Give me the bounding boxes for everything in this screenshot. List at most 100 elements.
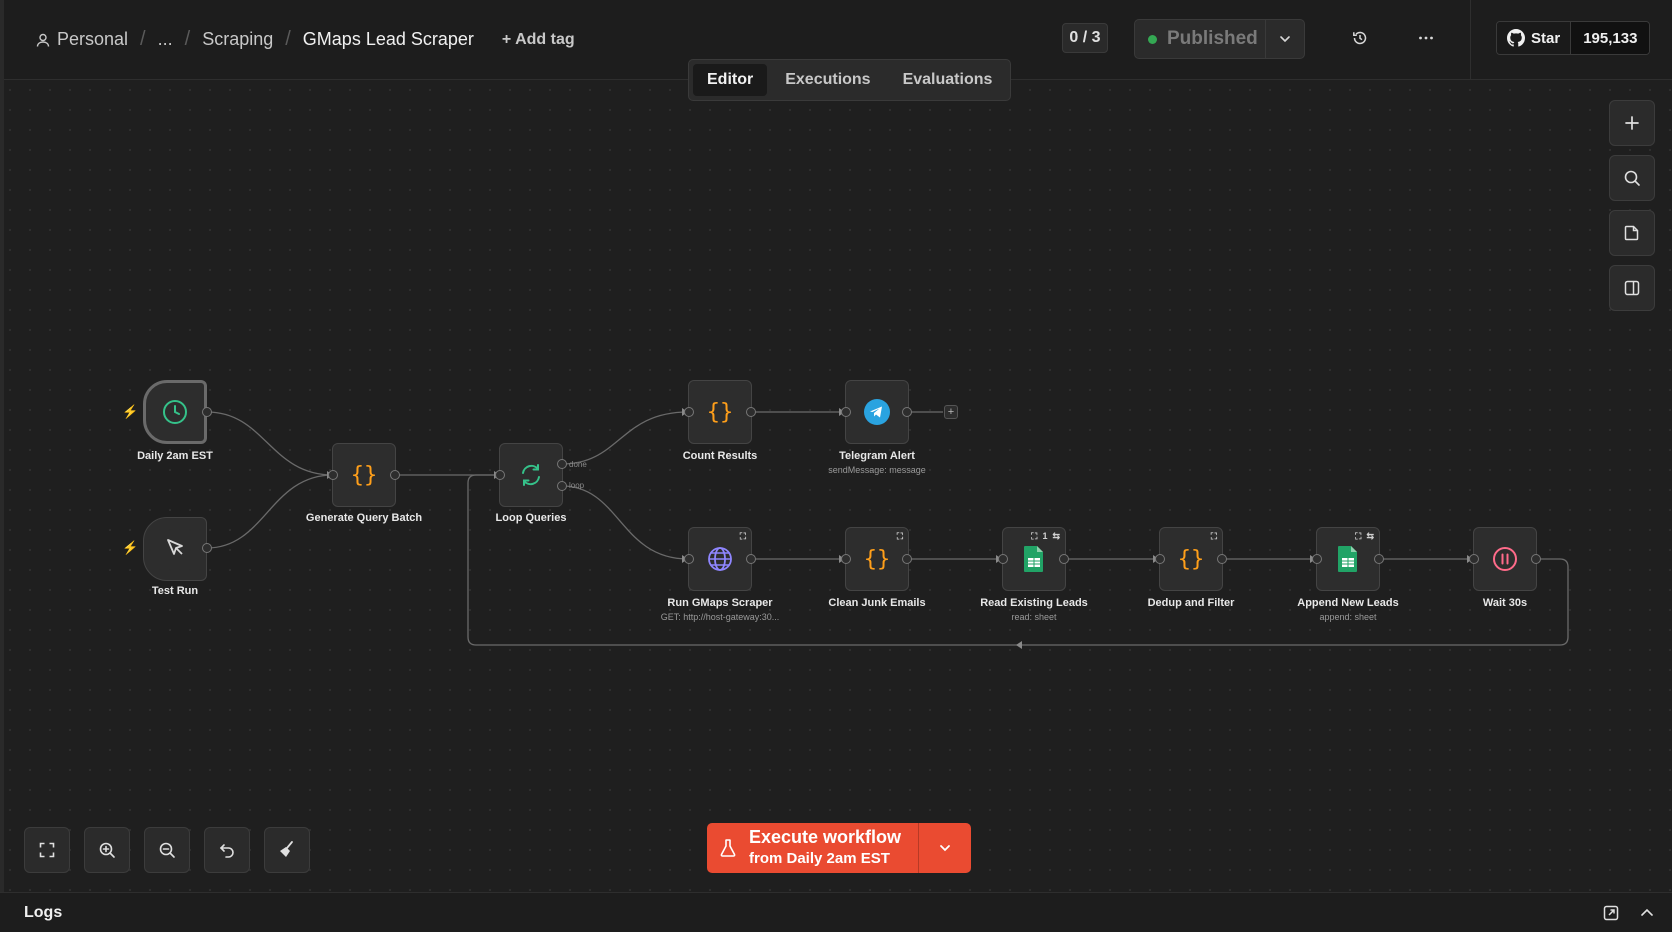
add-sticky-note-button[interactable] [1609, 210, 1655, 256]
more-options-button[interactable] [1414, 26, 1438, 50]
fit-view-icon [39, 842, 55, 858]
run-count-badge: 1 [1042, 531, 1048, 541]
output-port-done[interactable] [557, 459, 567, 469]
node-label: Clean Junk Emails [828, 597, 926, 609]
node-subtitle: GET: http://host-gateway:30... [660, 612, 780, 622]
user-icon [36, 33, 50, 47]
breadcrumb-owner[interactable]: Personal [57, 29, 128, 50]
execute-workflow-main[interactable]: Execute workflow from Daily 2am EST [707, 823, 919, 873]
node-wait-30s[interactable] [1473, 527, 1537, 591]
code-braces-icon: {} [707, 400, 734, 425]
node-dedup-and-filter[interactable]: ⛶ {} [1159, 527, 1223, 591]
output-port[interactable] [746, 407, 756, 417]
toggle-side-panel-button[interactable] [1609, 265, 1655, 311]
node-count-results[interactable]: {} [688, 380, 752, 444]
execute-trigger-dropdown[interactable] [919, 823, 971, 873]
output-port[interactable] [202, 407, 212, 417]
port-label-done: done [569, 460, 587, 469]
node-badges: ⛶ ⇆ [1355, 531, 1374, 542]
execute-workflow-label: Execute workflow [749, 827, 902, 847]
node-label: Generate Query Batch [305, 512, 423, 524]
input-port[interactable] [684, 407, 694, 417]
github-star-count[interactable]: 195,133 [1570, 22, 1650, 54]
node-clean-junk-emails[interactable]: ⛶ {} [845, 527, 909, 591]
pause-icon [1493, 547, 1517, 571]
svg-text:{}: {} [1178, 547, 1205, 572]
search-nodes-button[interactable] [1609, 155, 1655, 201]
node-daily-2am-est[interactable] [143, 380, 207, 444]
tab-executions[interactable]: Executions [771, 64, 884, 96]
output-port[interactable] [902, 407, 912, 417]
input-port[interactable] [684, 554, 694, 564]
publish-dropdown-button[interactable] [1265, 19, 1305, 59]
node-label: Wait 30s [1482, 597, 1528, 609]
search-icon [1624, 170, 1640, 186]
node-label: Loop Queries [495, 512, 567, 524]
tab-evaluations[interactable]: Evaluations [889, 64, 1007, 96]
node-badges: ⛶ [740, 531, 746, 542]
github-star-button[interactable]: Star [1497, 22, 1571, 54]
input-port[interactable] [495, 470, 505, 480]
logs-title: Logs [24, 904, 63, 921]
output-port-loop[interactable] [557, 481, 567, 491]
output-port[interactable] [1531, 554, 1541, 564]
output-port[interactable] [1374, 554, 1384, 564]
undo-button[interactable] [204, 827, 250, 873]
output-port[interactable] [390, 470, 400, 480]
flask-icon [720, 839, 736, 857]
add-node-panel-button[interactable] [1609, 100, 1655, 146]
github-star-widget[interactable]: Star 195,133 [1496, 21, 1651, 55]
node-test-run[interactable] [143, 517, 207, 581]
pop-out-icon[interactable] [1602, 904, 1620, 922]
logs-panel-bar[interactable]: Logs [0, 892, 1672, 932]
add-tag-button[interactable]: + Add tag [502, 31, 575, 49]
history-icon [1353, 31, 1367, 45]
zoom-to-fit-button[interactable] [24, 827, 70, 873]
tab-editor[interactable]: Editor [693, 64, 768, 96]
output-port[interactable] [202, 543, 212, 553]
svg-text:{}: {} [707, 400, 734, 425]
input-port[interactable] [328, 470, 338, 480]
output-port[interactable] [1217, 554, 1227, 564]
tidy-up-button[interactable] [264, 827, 310, 873]
add-node-button[interactable]: + [944, 405, 958, 419]
workflow-name[interactable]: GMaps Lead Scraper [303, 29, 474, 50]
history-button[interactable] [1348, 26, 1372, 50]
trigger-bolt-icon: ⚡ [122, 404, 139, 419]
node-generate-query-batch[interactable]: {} [332, 443, 396, 507]
github-star-label: Star [1531, 29, 1561, 47]
workflow-canvas[interactable] [0, 80, 1672, 892]
chevron-up-icon[interactable] [1638, 904, 1656, 922]
node-badges: ⛶ 1 ⇆ [1031, 531, 1060, 542]
github-icon [1507, 29, 1525, 47]
execute-workflow-button[interactable]: Execute workflow from Daily 2am EST [707, 823, 971, 873]
input-port[interactable] [998, 554, 1008, 564]
code-braces-icon: {} [351, 463, 378, 488]
breadcrumb-folder[interactable]: Scraping [202, 29, 273, 50]
node-loop-queries[interactable] [499, 443, 563, 507]
zoom-in-button[interactable] [84, 827, 130, 873]
breadcrumb-ellipsis[interactable]: ... [158, 29, 173, 50]
chevron-down-icon [940, 845, 950, 852]
input-port[interactable] [841, 407, 851, 417]
zoom-out-button[interactable] [144, 827, 190, 873]
node-run-gmaps-scraper[interactable]: ⛶ [688, 527, 752, 591]
port-label-loop: loop [569, 481, 585, 490]
input-port[interactable] [1155, 554, 1165, 564]
node-telegram-alert[interactable] [845, 380, 909, 444]
zoom-out-icon [159, 842, 175, 858]
input-port[interactable] [1469, 554, 1479, 564]
node-append-new-leads[interactable]: ⛶ ⇆ [1316, 527, 1380, 591]
svg-text:{}: {} [864, 547, 891, 572]
globe-icon [708, 547, 732, 571]
zoom-in-icon [99, 842, 115, 858]
output-port[interactable] [1059, 554, 1069, 564]
sheets-icon [1338, 546, 1357, 572]
input-port[interactable] [841, 554, 851, 564]
node-label: Count Results [682, 450, 758, 462]
output-port[interactable] [746, 554, 756, 564]
input-port[interactable] [1312, 554, 1322, 564]
output-port[interactable] [902, 554, 912, 564]
more-horizontal-icon [1419, 36, 1433, 40]
node-read-existing-leads[interactable]: ⛶ 1 ⇆ [1002, 527, 1066, 591]
